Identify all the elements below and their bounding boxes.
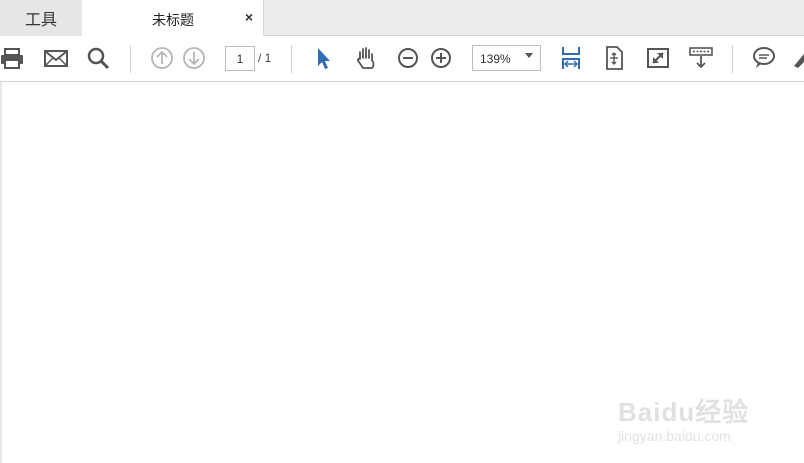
fit-page-button[interactable] — [600, 44, 628, 72]
fit-width-button[interactable] — [557, 44, 585, 72]
search-button[interactable] — [84, 44, 112, 72]
toolbar-separator — [291, 45, 292, 73]
document-tab-title: 未标题 — [152, 12, 194, 28]
page-total: / 1 — [258, 51, 272, 65]
watermark: Baidu经验 jingyan.baidu.com — [618, 372, 768, 452]
prev-page-icon — [151, 47, 173, 69]
print-icon — [1, 48, 23, 69]
print-button[interactable] — [0, 44, 26, 72]
sign-button[interactable] — [790, 44, 804, 72]
zoom-value: 139% — [480, 52, 511, 66]
email-button[interactable] — [42, 44, 70, 72]
zoom-in-button[interactable] — [427, 44, 455, 72]
close-tab-button[interactable]: × — [245, 9, 253, 25]
next-page-icon — [183, 47, 205, 69]
hand-icon — [357, 47, 375, 69]
select-cursor-icon — [318, 48, 330, 69]
search-icon — [87, 47, 110, 70]
watermark-url: jingyan.baidu.com — [618, 428, 731, 444]
fullscreen-icon — [647, 48, 669, 68]
next-page-button[interactable] — [180, 44, 208, 72]
select-tool-button[interactable] — [309, 44, 337, 72]
tab-tools[interactable]: 工具 — [0, 0, 82, 36]
email-icon — [44, 50, 68, 67]
tab-bar: 工具 未标题 × — [0, 0, 804, 37]
comment-icon — [753, 47, 775, 68]
fit-width-icon — [562, 47, 580, 69]
hand-tool-button[interactable] — [352, 44, 380, 72]
scroll-mode-icon — [689, 47, 713, 69]
zoom-in-icon — [431, 48, 451, 68]
toolbar-separator — [130, 45, 131, 73]
comment-button[interactable] — [750, 44, 778, 72]
chevron-down-icon — [525, 53, 533, 58]
fullscreen-button[interactable] — [644, 44, 672, 72]
zoom-out-button[interactable] — [394, 44, 422, 72]
zoom-out-icon — [398, 48, 418, 68]
fit-page-icon — [606, 46, 623, 70]
watermark-brand: Baidu经验 — [618, 397, 750, 427]
page-number-input[interactable]: 1 — [225, 46, 255, 71]
toolbar-separator — [732, 45, 733, 73]
scroll-mode-button[interactable] — [687, 44, 715, 72]
toolbar: 1 / 1 139% — [0, 36, 804, 82]
sign-icon — [794, 54, 804, 68]
zoom-select[interactable]: 139% — [472, 45, 541, 71]
prev-page-button[interactable] — [148, 44, 176, 72]
tab-document[interactable]: 未标题 × — [82, 0, 264, 37]
